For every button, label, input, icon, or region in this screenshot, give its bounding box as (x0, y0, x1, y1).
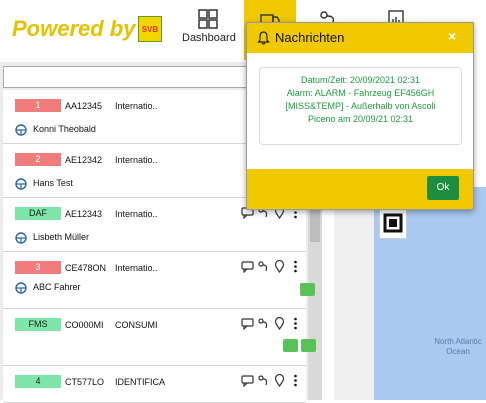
ok-button[interactable]: Ok (427, 176, 459, 200)
vehicle-plate: AE12342 (65, 155, 103, 165)
driver-name: Hans Test (33, 178, 73, 188)
message-icon[interactable] (241, 317, 254, 330)
nav-dashboard[interactable]: Dashboard (182, 0, 236, 60)
steering-wheel-icon (15, 282, 27, 294)
vehicle-badge: 3 (15, 261, 61, 274)
vehicle-badge: 4 (15, 375, 61, 388)
nav-dashboard-label: Dashboard (182, 32, 236, 44)
transfer-button[interactable] (283, 339, 298, 352)
route-icon[interactable] (257, 260, 270, 273)
steering-wheel-icon (15, 178, 27, 190)
notification-modal: Nachrichten × Datum/Zeit: 20/09/2021 02:… (246, 22, 474, 210)
vehicle-type: Internatio.. (115, 209, 158, 219)
list-item[interactable]: FMS CO000MI CONSUMI (3, 309, 316, 366)
message-icon[interactable] (241, 260, 254, 273)
driver-name: ABC Fahrer (33, 282, 81, 292)
vehicle-type: Internatio.. (115, 155, 158, 165)
logo-text: Powered by (12, 16, 136, 41)
message-line: Piceno am 20/09/21 02:31 (307, 114, 414, 124)
vehicle-actions (241, 374, 302, 387)
vehicle-badge: DAF (15, 207, 61, 220)
list-item[interactable]: 4 CT577LO IDENTIFICA (3, 366, 306, 403)
message-icon[interactable] (241, 374, 254, 387)
more-icon[interactable] (289, 374, 302, 387)
vehicle-badge: 2 (15, 153, 61, 166)
vehicle-plate: AA12345 (65, 101, 103, 111)
vehicle-badge: FMS (15, 318, 61, 331)
fullscreen-icon (383, 213, 403, 233)
vehicle-type: Internatio.. (115, 263, 158, 273)
location-pin-icon[interactable] (273, 317, 286, 330)
list-item[interactable]: 3 CE478ON Internatio.. ABC Fahrer (3, 252, 315, 309)
close-icon[interactable]: × (448, 28, 456, 44)
modal-header: Nachrichten × (247, 23, 473, 53)
vehicle-plate: CT577LO (65, 377, 105, 387)
vehicle-plate: CO000MI (65, 320, 104, 330)
modal-footer: Ok (247, 169, 473, 209)
vehicle-type: IDENTIFICA (115, 377, 166, 387)
logo: Powered by SVB (12, 14, 162, 44)
transfer-button[interactable] (300, 283, 315, 296)
location-pin-icon[interactable] (273, 374, 286, 387)
message-box: Datum/Zeit: 20/09/2021 02:31 Alarm: ALAR… (259, 67, 462, 145)
vehicle-plate: CE478ON (65, 263, 107, 273)
vehicle-plate: AE12343 (65, 209, 103, 219)
fuel-button[interactable] (301, 339, 316, 352)
dashboard-icon (198, 9, 218, 29)
steering-wheel-icon (15, 232, 27, 244)
location-pin-icon[interactable] (273, 260, 286, 273)
vehicle-type: CONSUMI (115, 320, 158, 330)
vehicle-badge: 1 (15, 99, 61, 112)
message-line: Datum/Zeit: 20/09/2021 02:31 (300, 75, 421, 85)
message-line: [MISS&TEMP] - Außerhalb von Ascoli (285, 101, 436, 111)
more-icon[interactable] (289, 260, 302, 273)
vehicle-actions (241, 317, 302, 330)
map-control[interactable] (379, 207, 407, 239)
logo-badge: SVB (138, 16, 162, 42)
vehicle-actions (241, 260, 302, 273)
route-icon[interactable] (257, 317, 270, 330)
more-icon[interactable] (289, 317, 302, 330)
message-line: Alarm: ALARM - Fahrzeug EF456GH (286, 88, 435, 98)
ocean-label: North Atlantic Ocean (434, 337, 482, 356)
steering-wheel-icon (15, 124, 27, 136)
driver-name: Konni Theobald (33, 124, 96, 134)
bell-icon (257, 31, 270, 45)
vehicle-type: Internatio.. (115, 101, 158, 111)
driver-name: Lisbeth Müller (33, 232, 90, 242)
modal-title: Nachrichten (275, 30, 345, 45)
route-icon[interactable] (257, 374, 270, 387)
